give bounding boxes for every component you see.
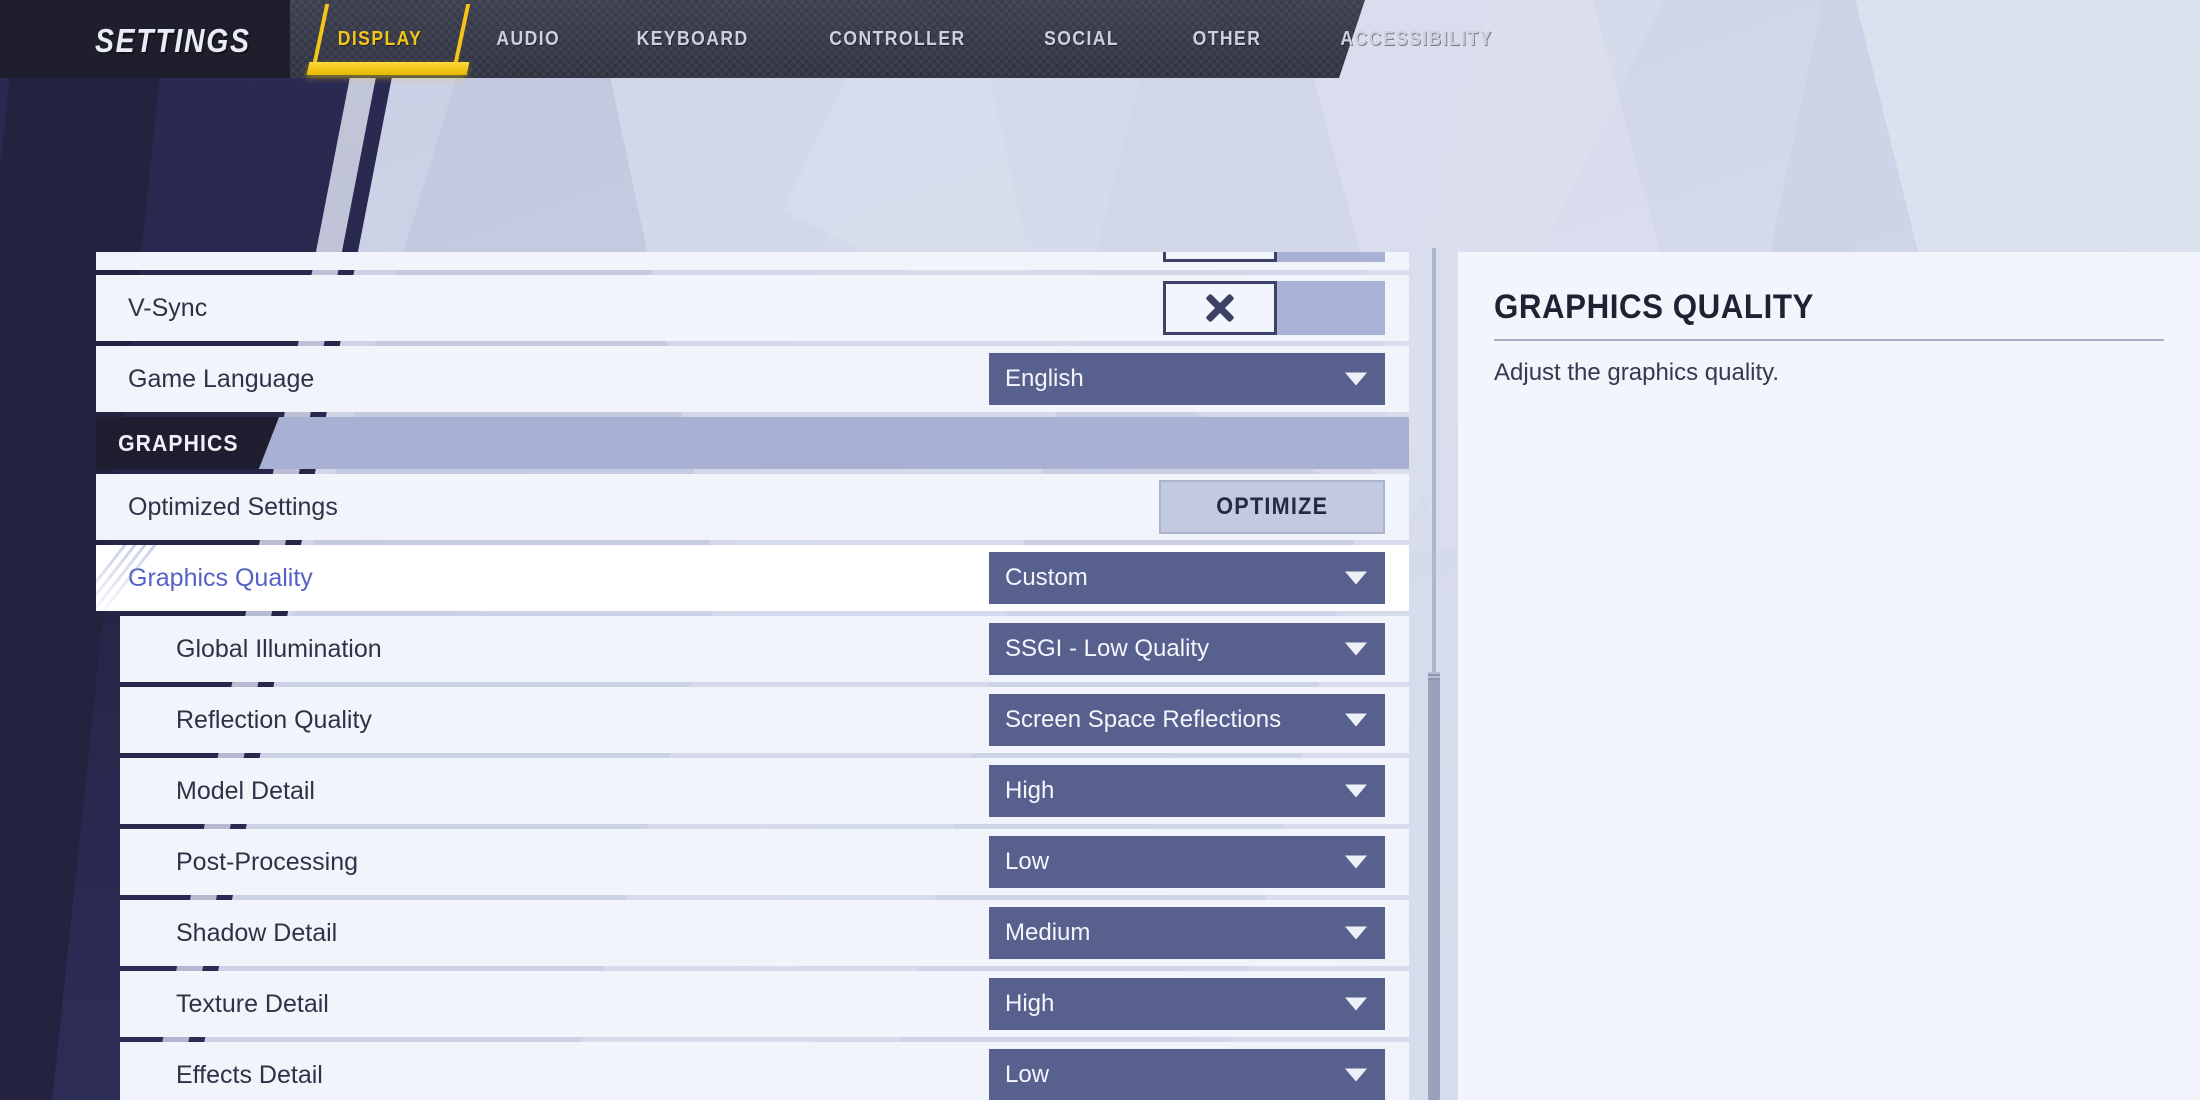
settings-row-control: High (989, 765, 1385, 817)
optimize-button[interactable]: OPTIMIZE (1159, 480, 1385, 534)
settings-row-label: Post-Processing (176, 847, 359, 876)
settings-row-graphics-quality[interactable]: Graphics Quality Custom (96, 545, 1409, 611)
x-icon (1205, 293, 1235, 323)
chevron-down-icon (1345, 372, 1367, 386)
settings-row-control: SSGI - Low Quality (989, 623, 1385, 675)
top-navigation-bar: SETTINGS DISPLAY AUDIO KEYBOARD CONTROLL… (0, 0, 1491, 78)
settings-row-model-detail[interactable]: Model Detail High (120, 758, 1409, 824)
settings-row-label: Effects Detail (176, 1060, 323, 1089)
settings-row-optimized-settings[interactable]: Optimized Settings OPTIMIZE (96, 474, 1409, 540)
dropdown-reflection-quality[interactable]: Screen Space Reflections (989, 694, 1385, 746)
dropdown-value: Medium (1005, 919, 1091, 946)
settings-row-control: Low (989, 836, 1385, 888)
chevron-down-icon (1345, 784, 1367, 798)
dropdown-shadow-detail[interactable]: Medium (989, 907, 1385, 959)
page-title: SETTINGS (95, 22, 251, 59)
dropdown-value: Screen Space Reflections (1005, 706, 1282, 733)
settings-row-label: Model Detail (176, 776, 315, 805)
settings-row-label: Shadow Detail (176, 918, 338, 947)
optimize-button-label: OPTIMIZE (1215, 493, 1329, 520)
settings-row-control: OPTIMIZE (1159, 480, 1385, 534)
settings-row-control (1163, 281, 1385, 335)
settings-row-shadow-detail[interactable]: Shadow Detail Medium (120, 900, 1409, 966)
dropdown-model-detail[interactable]: High (989, 765, 1385, 817)
dropdown-value: Low (1005, 848, 1050, 875)
toggle-v-sync[interactable] (1163, 281, 1385, 335)
dropdown-global-illumination[interactable]: SSGI - Low Quality (989, 623, 1385, 675)
dropdown-value: SSGI - Low Quality (1005, 635, 1210, 662)
dropdown-value: Low (1005, 1061, 1050, 1088)
settings-row-partial (96, 252, 1409, 270)
info-panel-divider (1494, 339, 2164, 341)
tab-audio[interactable]: AUDIO (468, 0, 588, 78)
chevron-down-icon (1345, 1068, 1367, 1082)
settings-row-reflection-quality[interactable]: Reflection Quality Screen Space Reflectio… (120, 687, 1409, 753)
dropdown-game-language[interactable]: English (989, 353, 1385, 405)
settings-row-control: Medium (989, 907, 1385, 959)
tab-social[interactable]: SOCIAL (1016, 0, 1147, 78)
settings-row-control: Screen Space Reflections (989, 694, 1385, 746)
tab-other[interactable]: OTHER (1164, 0, 1289, 78)
dropdown-graphics-quality[interactable]: Custom (989, 552, 1385, 604)
settings-row-control: English (989, 353, 1385, 405)
settings-row-label: Game Language (128, 364, 315, 393)
chevron-down-icon (1345, 713, 1367, 727)
settings-row-label: Reflection Quality (176, 705, 372, 734)
settings-row-control: High (989, 978, 1385, 1030)
dropdown-effects-detail[interactable]: Low (989, 1049, 1385, 1100)
toggle-partial (1163, 252, 1385, 262)
tab-controller[interactable]: CONTROLLER (801, 0, 994, 78)
nav-tab-list: DISPLAY AUDIO KEYBOARD CONTROLLER SOCIAL… (300, 0, 1535, 78)
settings-row-label: Optimized Settings (128, 492, 338, 521)
settings-list[interactable]: V-Sync Game Language English GRAPHICS Optimi… (96, 252, 1409, 1100)
settings-row-global-illumination[interactable]: Global Illumination SSGI - Low Quality (120, 616, 1409, 682)
settings-row-texture-detail[interactable]: Texture Detail High (120, 971, 1409, 1037)
chevron-down-icon (1345, 926, 1367, 940)
settings-row-label: Global Illumination (176, 634, 382, 663)
settings-row-control: Low (989, 1049, 1385, 1100)
scrollbar-thumb[interactable] (1428, 680, 1440, 1100)
dropdown-post-processing[interactable]: Low (989, 836, 1385, 888)
info-panel-description: Adjust the graphics quality. (1494, 359, 1780, 386)
tab-keyboard[interactable]: KEYBOARD (608, 0, 776, 78)
settings-row-control: Custom (989, 552, 1385, 604)
dropdown-value: High (1005, 990, 1055, 1017)
settings-screen: SETTINGS DISPLAY AUDIO KEYBOARD CONTROLL… (0, 0, 2200, 1100)
dropdown-texture-detail[interactable]: High (989, 978, 1385, 1030)
chevron-down-icon (1345, 571, 1367, 585)
section-header-graphics-section: GRAPHICS (96, 417, 1409, 469)
settings-row-label: Texture Detail (176, 989, 329, 1018)
dropdown-value: English (1005, 365, 1084, 392)
active-tab-underline (306, 62, 470, 75)
chevron-down-icon (1345, 642, 1367, 656)
chevron-down-icon (1345, 997, 1367, 1011)
info-panel-title: GRAPHICS QUALITY (1494, 288, 1814, 326)
settings-row-label: V-Sync (128, 293, 208, 322)
dropdown-value: Custom (1005, 564, 1088, 591)
settings-row-post-processing[interactable]: Post-Processing Low (120, 829, 1409, 895)
settings-row-effects-detail[interactable]: Effects Detail Low (120, 1042, 1409, 1100)
info-panel: GRAPHICS QUALITY Adjust the graphics qua… (1458, 252, 2200, 1100)
tab-accessibility[interactable]: ACCESSIBILITY (1312, 0, 1521, 78)
settings-row-v-sync[interactable]: V-Sync (96, 275, 1409, 341)
settings-row-game-language[interactable]: Game Language English (96, 346, 1409, 412)
settings-row-label: Graphics Quality (128, 563, 313, 592)
toggle-on-segment[interactable] (1277, 281, 1385, 335)
dropdown-value: High (1005, 777, 1055, 804)
toggle-off-segment[interactable] (1163, 281, 1277, 335)
chevron-down-icon (1345, 855, 1367, 869)
